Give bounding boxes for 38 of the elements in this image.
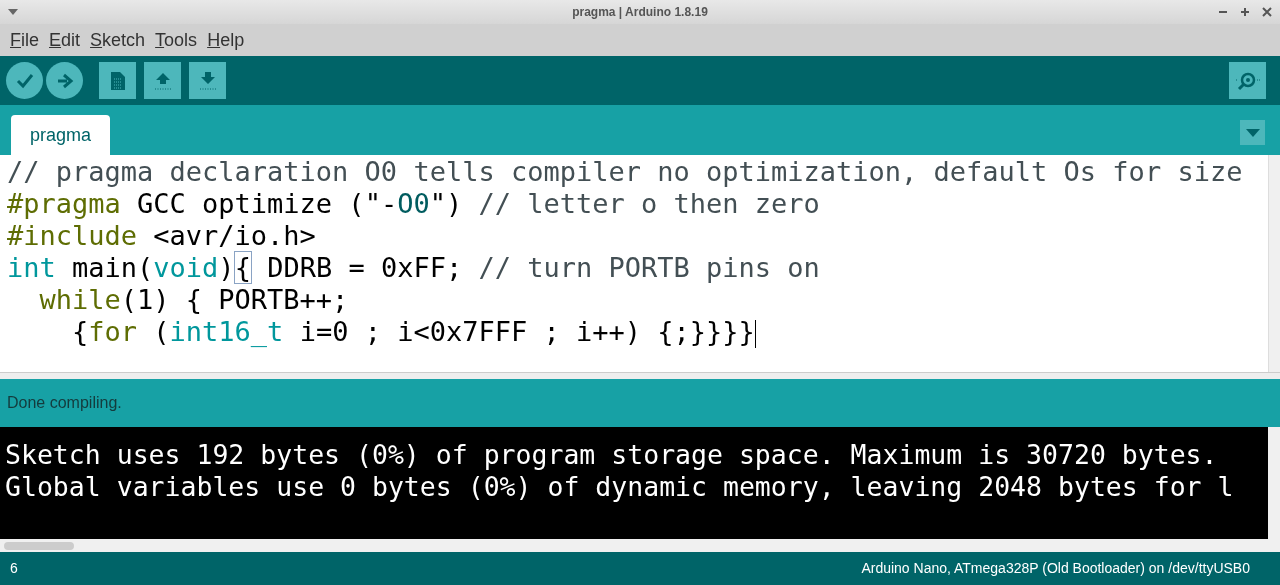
document-icon: [109, 70, 126, 91]
editor-tab[interactable]: pragma: [11, 115, 111, 155]
menu-item[interactable]: Help: [207, 26, 245, 54]
arrow-right-icon: [55, 72, 74, 89]
scrollbar-thumb[interactable]: [4, 541, 74, 550]
checkmark-icon: [15, 72, 34, 89]
new-button[interactable]: [99, 62, 136, 99]
status-message: Done compiling.: [7, 393, 122, 413]
scrollbar[interactable]: [1268, 155, 1280, 372]
menu-item[interactable]: Tools: [155, 26, 198, 54]
menu-item[interactable]: Sketch: [90, 26, 146, 54]
board-info: Arduino Nano, ATmega328P (Old Bootloader) on /dev/ttyUSB0: [861, 559, 1250, 578]
scrollbar[interactable]: [1268, 427, 1280, 539]
save-button[interactable]: [189, 62, 226, 99]
line-number: 6: [10, 559, 18, 578]
code-line: {for (int16_t i=0 ; i<0x7FFF ; i++) {;}}}}: [71, 316, 756, 348]
menu-item[interactable]: File: [10, 26, 39, 54]
caret-icon: [1245, 128, 1260, 137]
code-line: while(1) { PORTB++;: [38, 284, 349, 316]
console-line: Global variables use 0 bytes (0%) of dynamic memory, leaving 2048 bytes for l: [5, 471, 1234, 503]
menu-item[interactable]: Edit: [49, 26, 81, 54]
close-icon[interactable]: [1262, 7, 1272, 17]
open-button[interactable]: [144, 62, 181, 99]
tab-menu-button[interactable]: [1240, 120, 1265, 145]
upload-icon: [152, 70, 173, 91]
window-menu-icon[interactable]: [8, 9, 18, 15]
upload-button[interactable]: [46, 62, 83, 99]
verify-button[interactable]: [6, 62, 43, 99]
maximize-icon[interactable]: [1240, 7, 1250, 17]
console-line: Sketch uses 192 bytes (0%) of program storage space. Maximum is 30720 bytes.: [5, 439, 1218, 471]
serial-monitor-button[interactable]: [1229, 62, 1266, 99]
code-editor[interactable]: [0, 155, 1280, 373]
window-title: pragma | Arduino 1.8.19: [572, 4, 708, 21]
code-line: // pragma declaration O0 tells compiler no optimization, default Os for size: [7, 156, 1243, 188]
code-line: #pragma GCC optimize ("-O0") // letter o then zero: [7, 188, 820, 220]
download-icon: [197, 70, 218, 91]
code-line: #include <avr/io.h>: [7, 220, 316, 252]
code-line: int main(void){ DDRB = 0xFF; // turn PORTB pins on: [7, 252, 820, 284]
